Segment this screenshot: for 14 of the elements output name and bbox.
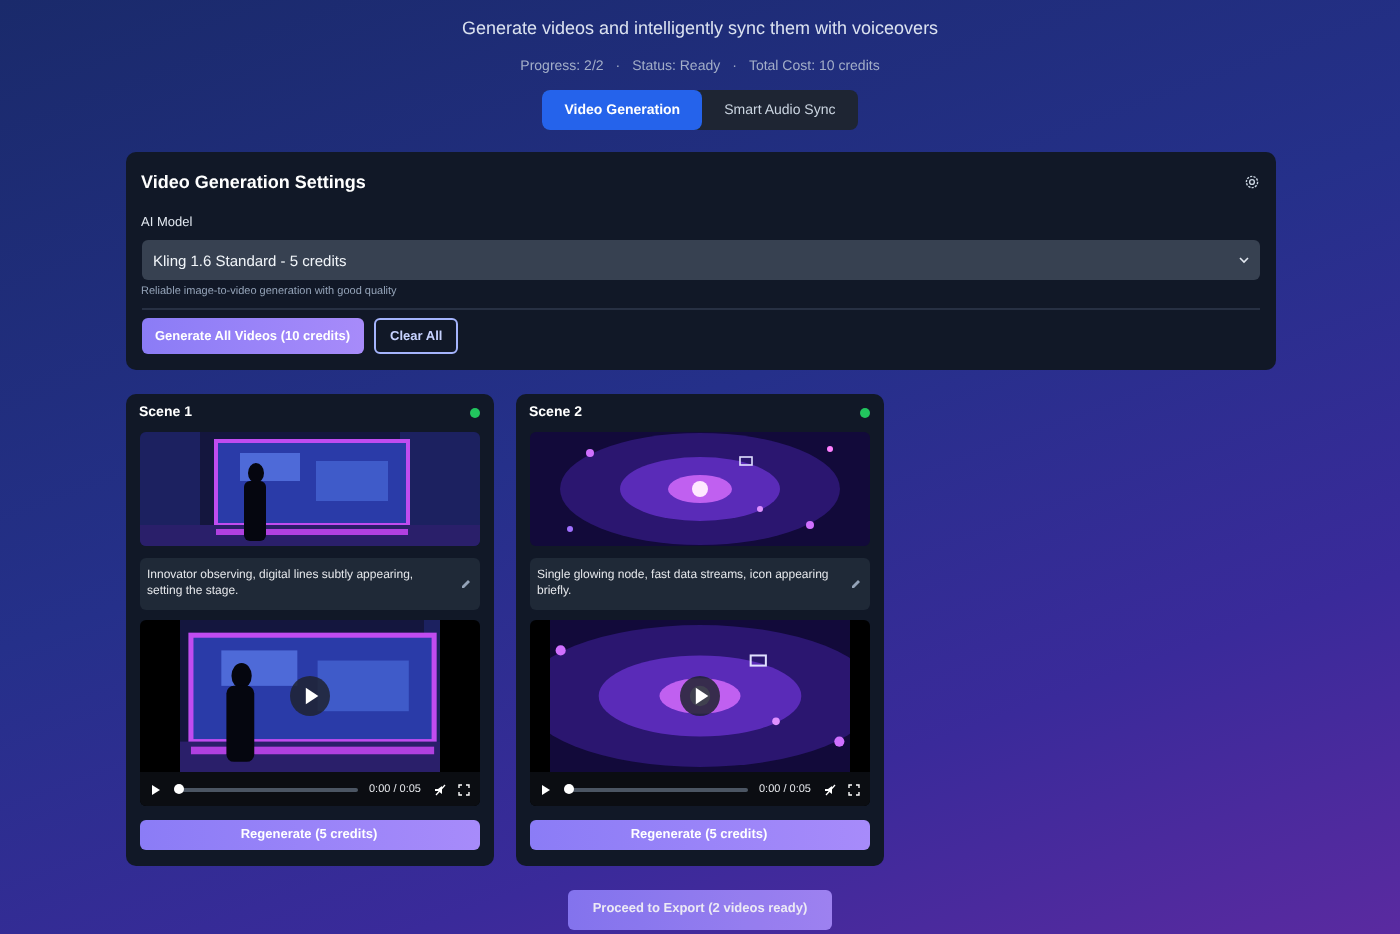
play-icon[interactable]: [149, 783, 161, 795]
mute-icon[interactable]: [823, 783, 835, 795]
chevron-down-icon: [1237, 254, 1249, 266]
settings-icon[interactable]: [1243, 174, 1259, 190]
subtitle: Generate videos and intelligently sync them with voiceovers: [461, 18, 939, 42]
panel-title: Video Generation Settings: [141, 172, 366, 192]
pencil-icon[interactable]: [849, 578, 861, 590]
mute-icon[interactable]: [433, 783, 445, 795]
pencil-icon[interactable]: [459, 578, 471, 590]
play-button[interactable]: [289, 676, 329, 716]
play-button[interactable]: [679, 676, 719, 716]
play-icon[interactable]: [539, 783, 551, 795]
fullscreen-icon[interactable]: [847, 783, 859, 795]
fullscreen-icon[interactable]: [457, 783, 469, 795]
